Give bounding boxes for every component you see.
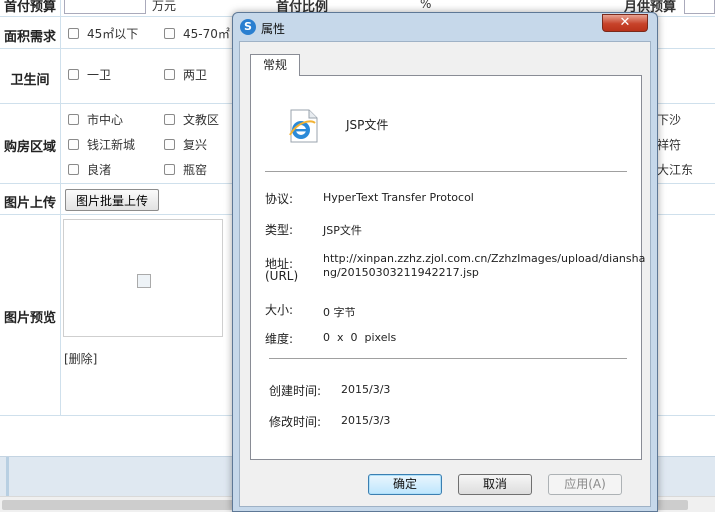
general-panel: JSP文件 协议: HyperText Transfer Protocol 类型… bbox=[250, 75, 646, 460]
region-option[interactable]: 钱江新城 bbox=[68, 136, 135, 153]
created-label: 创建时间: bbox=[269, 384, 322, 398]
checkbox[interactable] bbox=[68, 69, 79, 80]
ie-file-icon bbox=[289, 109, 318, 143]
size-value: 0 字节 bbox=[323, 306, 356, 319]
bathroom-option-2[interactable]: 两卫 bbox=[164, 66, 207, 83]
separator bbox=[269, 358, 627, 359]
region-option[interactable]: 良渚 bbox=[68, 161, 111, 178]
modified-label: 修改时间: bbox=[269, 415, 322, 429]
size-label: 大小: bbox=[265, 303, 294, 317]
protocol-value: HyperText Transfer Protocol bbox=[323, 191, 474, 204]
dimensions-label: 维度: bbox=[265, 332, 294, 346]
checkbox[interactable] bbox=[164, 69, 175, 80]
cancel-button[interactable]: 取消 bbox=[458, 474, 532, 495]
delete-link[interactable]: [删除] bbox=[64, 350, 97, 367]
type-value: JSP文件 bbox=[323, 224, 362, 237]
region-option[interactable]: 复兴 bbox=[164, 136, 207, 153]
broken-image-icon bbox=[137, 274, 151, 288]
type-label: 类型: bbox=[265, 223, 294, 237]
region-option[interactable]: 市中心 bbox=[68, 111, 123, 128]
address-label-url: (URL) bbox=[265, 269, 299, 283]
region-option-partial[interactable]: 下沙 bbox=[657, 111, 681, 128]
region-option-partial[interactable]: 祥符 bbox=[657, 136, 681, 153]
region-option[interactable]: 瓶窑 bbox=[164, 161, 207, 178]
checkbox[interactable] bbox=[68, 114, 79, 125]
separator bbox=[265, 171, 627, 172]
down-payment-unit: 万元 bbox=[152, 0, 177, 13]
ratio-unit: % bbox=[420, 0, 432, 11]
checkbox[interactable] bbox=[164, 114, 175, 125]
dimensions-value: 0 x 0 pixels bbox=[323, 331, 397, 344]
area-option-2[interactable]: 45-70㎡ bbox=[164, 25, 230, 42]
ok-button[interactable]: 确定 bbox=[368, 474, 442, 495]
upload-label: 图片上传 bbox=[3, 196, 56, 211]
area-option-1[interactable]: 45㎡以下 bbox=[68, 25, 138, 42]
file-name: JSP文件 bbox=[346, 118, 389, 132]
checkbox[interactable] bbox=[164, 164, 175, 175]
address-value-line-1: http://xinpan.zzhz.zjol.com.cn/ZzhzImage… bbox=[323, 252, 646, 265]
checkbox[interactable] bbox=[68, 139, 79, 150]
checkbox[interactable] bbox=[68, 28, 79, 39]
browser-app-icon: S bbox=[240, 19, 256, 35]
bathroom-option-1[interactable]: 一卫 bbox=[68, 66, 111, 83]
down-payment-input[interactable] bbox=[64, 0, 146, 14]
image-preview bbox=[63, 219, 223, 337]
created-value: 2015/3/3 bbox=[341, 383, 391, 396]
modified-value: 2015/3/3 bbox=[341, 414, 391, 427]
monthly-input[interactable] bbox=[684, 0, 715, 14]
region-option[interactable]: 文教区 bbox=[164, 111, 219, 128]
dialog-client: 常规 JSP文件 协议: HyperText Transfer Protocol… bbox=[239, 41, 651, 507]
batch-upload-button[interactable]: 图片批量上传 bbox=[65, 189, 159, 211]
region-label: 购房区域 bbox=[3, 140, 56, 155]
protocol-label: 协议: bbox=[265, 192, 294, 206]
bathroom-label: 卫生间 bbox=[10, 73, 50, 88]
preview-label: 图片预览 bbox=[3, 311, 56, 326]
properties-dialog: S 属性 ✕ 常规 JSP文件 协议: HyperText Transfer P… bbox=[232, 12, 658, 512]
close-button[interactable]: ✕ bbox=[602, 14, 648, 32]
dialog-titlebar[interactable]: S 属性 ✕ bbox=[233, 13, 657, 41]
checkbox[interactable] bbox=[164, 139, 175, 150]
checkbox[interactable] bbox=[68, 164, 79, 175]
dialog-title: 属性 bbox=[261, 22, 286, 36]
region-option-partial[interactable]: 大江东 bbox=[657, 161, 693, 178]
apply-button[interactable]: 应用(A) bbox=[548, 474, 622, 495]
checkbox[interactable] bbox=[164, 28, 175, 39]
area-label: 面积需求 bbox=[3, 30, 56, 45]
address-value-line-2: ng/20150303211942217.jsp bbox=[323, 266, 479, 279]
down-payment-label: 首付预算 bbox=[3, 0, 56, 15]
tab-general[interactable]: 常规 bbox=[250, 54, 300, 76]
